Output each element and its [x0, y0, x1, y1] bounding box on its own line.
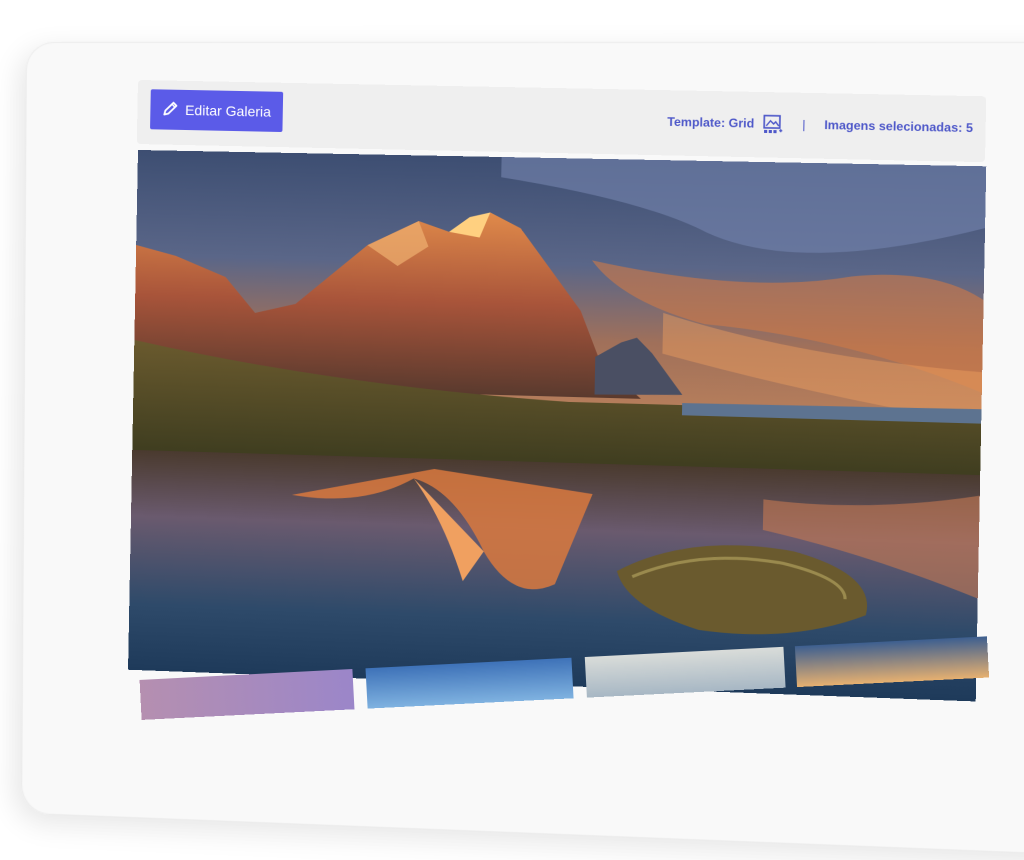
pencil-icon: [162, 100, 178, 119]
meta-separator: |: [802, 117, 806, 132]
template-label: Template: Grid: [667, 114, 755, 131]
gallery-meta: Template: Grid | Imagens selecionadas: 5: [667, 112, 973, 139]
edit-gallery-button[interactable]: Editar Galeria: [150, 89, 284, 133]
selected-count: Imagens selecionadas: 5: [824, 117, 974, 136]
gallery-grid-icon[interactable]: [762, 113, 783, 134]
edit-gallery-label: Editar Galeria: [184, 101, 272, 120]
